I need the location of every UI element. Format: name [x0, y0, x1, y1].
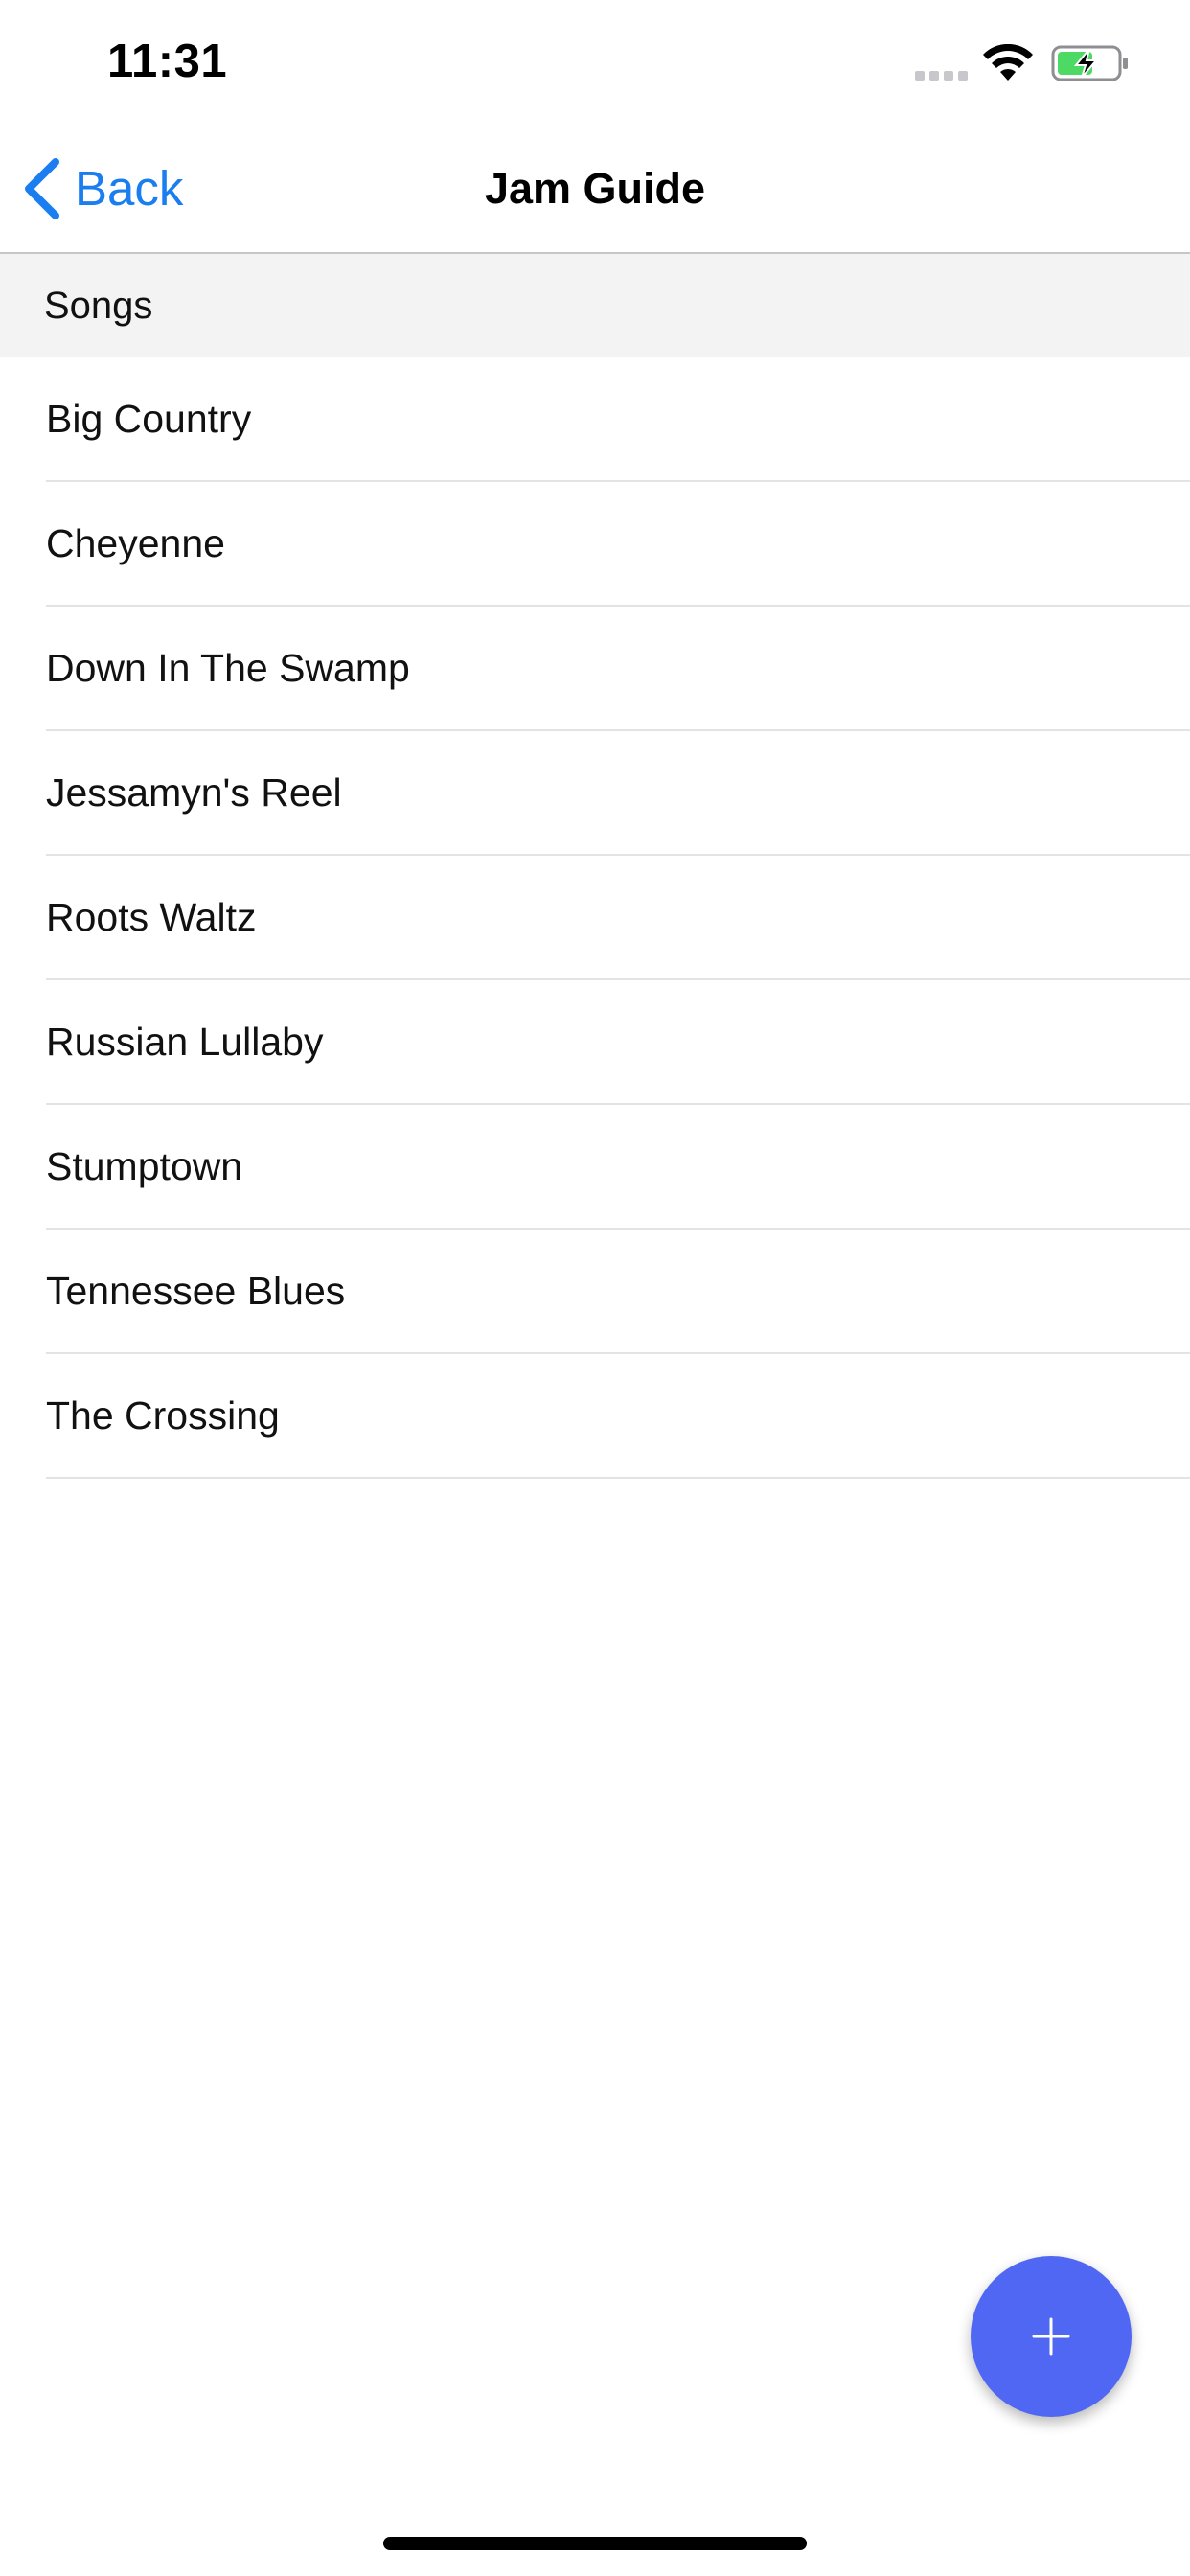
list-item[interactable]: Big Country [46, 357, 1190, 482]
list-item[interactable]: The Crossing [46, 1354, 1190, 1479]
list-item[interactable]: Cheyenne [46, 482, 1190, 607]
page-title: Jam Guide [484, 164, 706, 213]
list-item-label: Stumptown [46, 1144, 243, 1188]
wifi-icon [983, 44, 1033, 80]
battery-charging-icon [1051, 45, 1128, 81]
section-header: Songs [0, 254, 1190, 357]
list-item[interactable]: Jessamyn's Reel [46, 731, 1190, 856]
list-item-label: Tennessee Blues [46, 1269, 346, 1313]
list-item-label: Down In The Swamp [46, 646, 410, 690]
plus-icon [1032, 2317, 1070, 2356]
list-item-label: Roots Waltz [46, 895, 257, 939]
list-item[interactable]: Russian Lullaby [46, 980, 1190, 1105]
add-song-button[interactable] [971, 2256, 1132, 2417]
list-item-label: Cheyenne [46, 521, 225, 565]
list-item-label: Russian Lullaby [46, 1020, 324, 1064]
song-list: Big Country Cheyenne Down In The Swamp J… [0, 357, 1190, 1479]
status-time: 11:31 [107, 35, 228, 87]
navigation-bar: Back Jam Guide [0, 126, 1190, 254]
home-indicator[interactable] [383, 2537, 807, 2550]
list-item-label: Jessamyn's Reel [46, 770, 342, 815]
list-item-label: Big Country [46, 397, 252, 441]
list-item[interactable]: Stumptown [46, 1105, 1190, 1230]
signal-dots-icon [915, 71, 969, 80]
section-header-label: Songs [44, 285, 153, 327]
list-item-label: The Crossing [46, 1393, 280, 1438]
list-item[interactable]: Tennessee Blues [46, 1230, 1190, 1354]
list-item[interactable]: Down In The Swamp [46, 607, 1190, 731]
status-bar: 11:31 [0, 0, 1190, 126]
list-item[interactable]: Roots Waltz [46, 856, 1190, 980]
